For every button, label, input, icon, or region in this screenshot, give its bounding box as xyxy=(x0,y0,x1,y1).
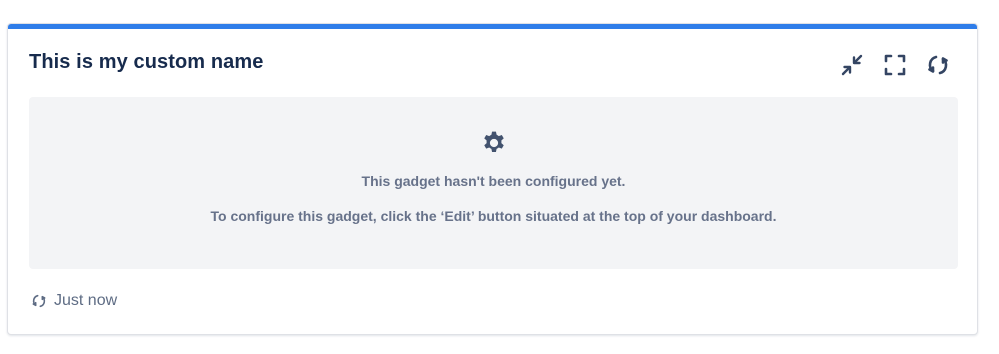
unconfigured-message-panel: This gadget hasn't been configured yet. … xyxy=(29,97,958,269)
gadget-actions xyxy=(839,52,951,78)
gadget-accent-bar xyxy=(8,24,977,29)
refresh-button[interactable] xyxy=(925,52,951,78)
gadget-title: This is my custom name xyxy=(29,51,264,73)
gadget-footer: Just now xyxy=(31,292,117,310)
refresh-icon xyxy=(32,294,46,308)
last-updated-text: Just now xyxy=(54,292,118,309)
fullscreen-icon xyxy=(884,54,906,76)
gear-icon xyxy=(483,131,504,152)
not-configured-text: This gadget hasn't been configured yet. xyxy=(361,173,626,189)
fullscreen-button[interactable] xyxy=(882,52,908,78)
collapse-arrows-icon xyxy=(841,54,863,76)
minimize-button[interactable] xyxy=(839,52,865,78)
refresh-icon xyxy=(928,55,948,75)
gadget-card: This is my custom name This gadget hasn'… xyxy=(7,23,978,335)
configure-instructions-text: To configure this gadget, click the ‘Edi… xyxy=(210,208,777,224)
